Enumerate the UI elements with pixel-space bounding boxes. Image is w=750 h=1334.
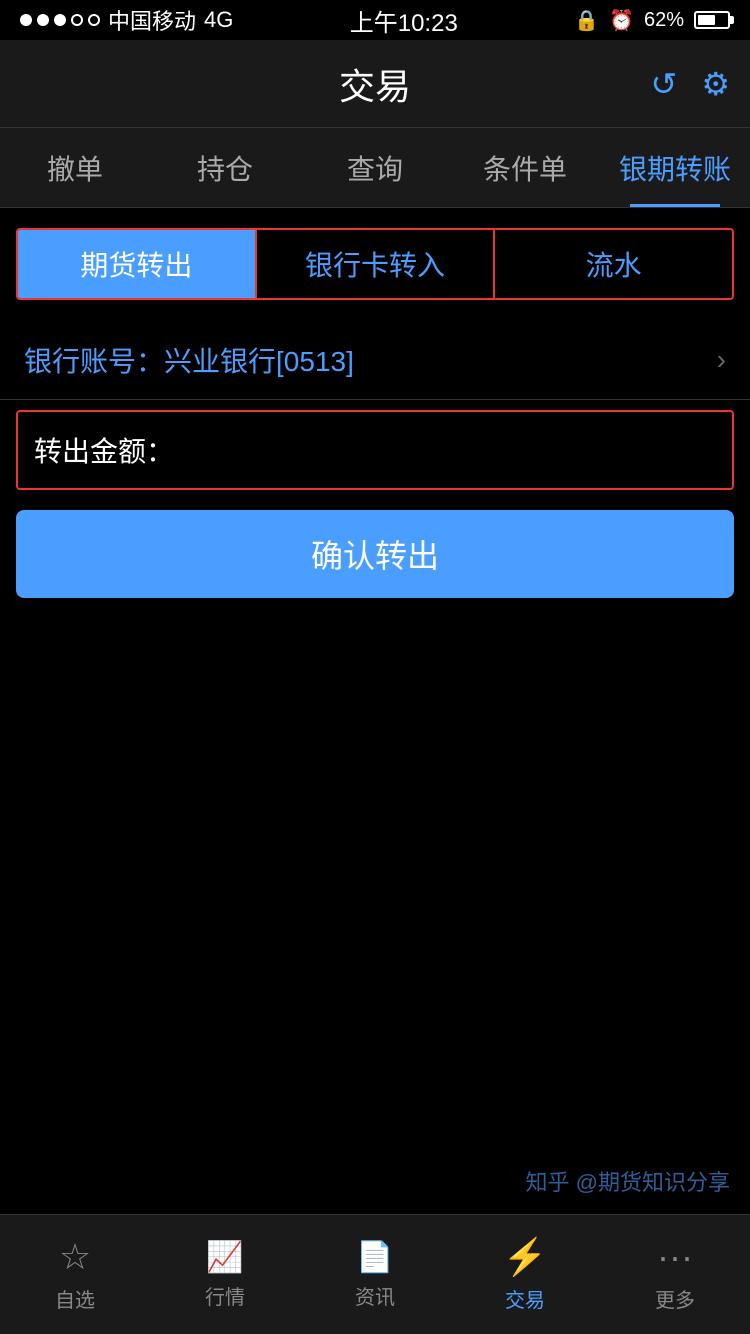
battery-icon bbox=[694, 11, 730, 29]
signal-dots bbox=[20, 14, 100, 26]
tab-position[interactable]: 持仓 bbox=[150, 128, 300, 207]
dot1 bbox=[20, 14, 32, 26]
subtab-flow[interactable]: 流水 bbox=[495, 230, 732, 298]
status-right: 🔒 ⏰ 62% bbox=[574, 8, 730, 33]
bottom-nav-more[interactable]: ··· 更多 bbox=[600, 1215, 750, 1334]
network-label: 4G bbox=[204, 7, 233, 33]
watermark: 知乎 @期货知识分享 bbox=[526, 1166, 730, 1199]
status-time: 上午10:23 bbox=[350, 3, 458, 38]
tab-query[interactable]: 查询 bbox=[300, 128, 450, 207]
subtab-futures-out[interactable]: 期货转出 bbox=[18, 230, 257, 298]
sub-tabs: 期货转出 银行卡转入 流水 bbox=[16, 228, 734, 300]
tab-cancel[interactable]: 撤单 bbox=[0, 128, 150, 207]
confirm-transfer-button[interactable]: 确认转出 bbox=[16, 510, 734, 598]
settings-icon[interactable]: ⚙ bbox=[701, 65, 730, 103]
alarm-icon: ⏰ bbox=[609, 8, 634, 33]
amount-row: 转出金额： bbox=[16, 410, 734, 490]
status-bar: 中国移动 4G 上午10:23 🔒 ⏰ 62% bbox=[0, 0, 750, 40]
dot4 bbox=[71, 14, 83, 26]
page-title: 交易 bbox=[339, 58, 411, 110]
header-actions: ↺ ⚙ bbox=[651, 65, 731, 103]
lock-icon: 🔒 bbox=[574, 8, 599, 33]
status-left: 中国移动 4G bbox=[20, 4, 233, 36]
amount-label: 转出金额： bbox=[34, 430, 174, 470]
nav-tabs: 撤单 持仓 查询 条件单 银期转账 bbox=[0, 128, 750, 208]
main-content: 银行账号：兴业银行[0513] › 转出金额： 确认转出 bbox=[0, 320, 750, 598]
chart-icon: 📈 bbox=[206, 1240, 243, 1275]
carrier-label: 中国移动 bbox=[108, 4, 196, 36]
dot2 bbox=[37, 14, 49, 26]
dot5 bbox=[88, 14, 100, 26]
refresh-icon[interactable]: ↺ bbox=[651, 65, 678, 103]
more-icon: ··· bbox=[657, 1236, 693, 1278]
document-icon: 📄 bbox=[356, 1240, 393, 1275]
lightning-icon: ⚡ bbox=[503, 1236, 548, 1278]
subtab-bank-in[interactable]: 银行卡转入 bbox=[257, 230, 496, 298]
tab-condition[interactable]: 条件单 bbox=[450, 128, 600, 207]
amount-input[interactable] bbox=[174, 434, 716, 466]
battery-percent: 62% bbox=[644, 9, 684, 32]
star-icon: ☆ bbox=[59, 1236, 91, 1278]
bottom-nav-trade[interactable]: ⚡ 交易 bbox=[450, 1215, 600, 1334]
bottom-nav-watchlist[interactable]: ☆ 自选 bbox=[0, 1215, 150, 1334]
bank-account-text: 银行账号：兴业银行[0513] bbox=[24, 340, 354, 380]
bank-account-row[interactable]: 银行账号：兴业银行[0513] › bbox=[0, 320, 750, 400]
dot3 bbox=[54, 14, 66, 26]
chevron-right-icon: › bbox=[717, 344, 726, 376]
bottom-nav: ☆ 自选 📈 行情 📄 资讯 ⚡ 交易 ··· 更多 bbox=[0, 1214, 750, 1334]
header: 交易 ↺ ⚙ bbox=[0, 40, 750, 128]
bottom-nav-news[interactable]: 📄 资讯 bbox=[300, 1215, 450, 1334]
bottom-nav-market[interactable]: 📈 行情 bbox=[150, 1215, 300, 1334]
tab-transfer[interactable]: 银期转账 bbox=[600, 128, 750, 207]
